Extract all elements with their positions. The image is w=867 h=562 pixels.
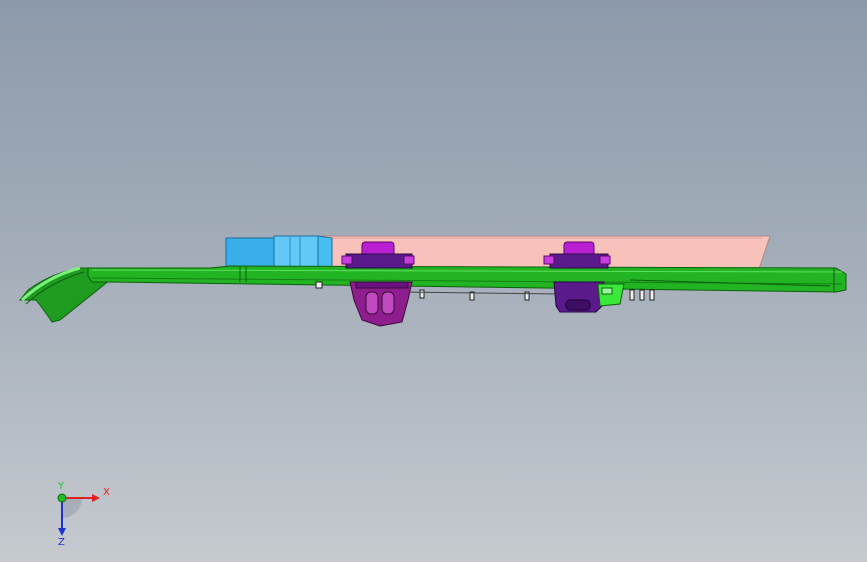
- purple-housing-right[interactable]: [553, 281, 605, 313]
- assembly-model[interactable]: [0, 0, 867, 562]
- coordinate-triad: X Y Z: [40, 480, 120, 550]
- graphics-viewport[interactable]: X Y Z: [0, 0, 867, 562]
- blue-block[interactable]: [225, 235, 333, 271]
- x-axis-label: X: [103, 487, 110, 498]
- y-axis-label: Y: [58, 481, 65, 492]
- z-axis-label: Z: [58, 537, 65, 548]
- green-connector[interactable]: [597, 283, 625, 307]
- main-rail[interactable]: [87, 265, 847, 293]
- purple-housing-left[interactable]: [349, 281, 413, 327]
